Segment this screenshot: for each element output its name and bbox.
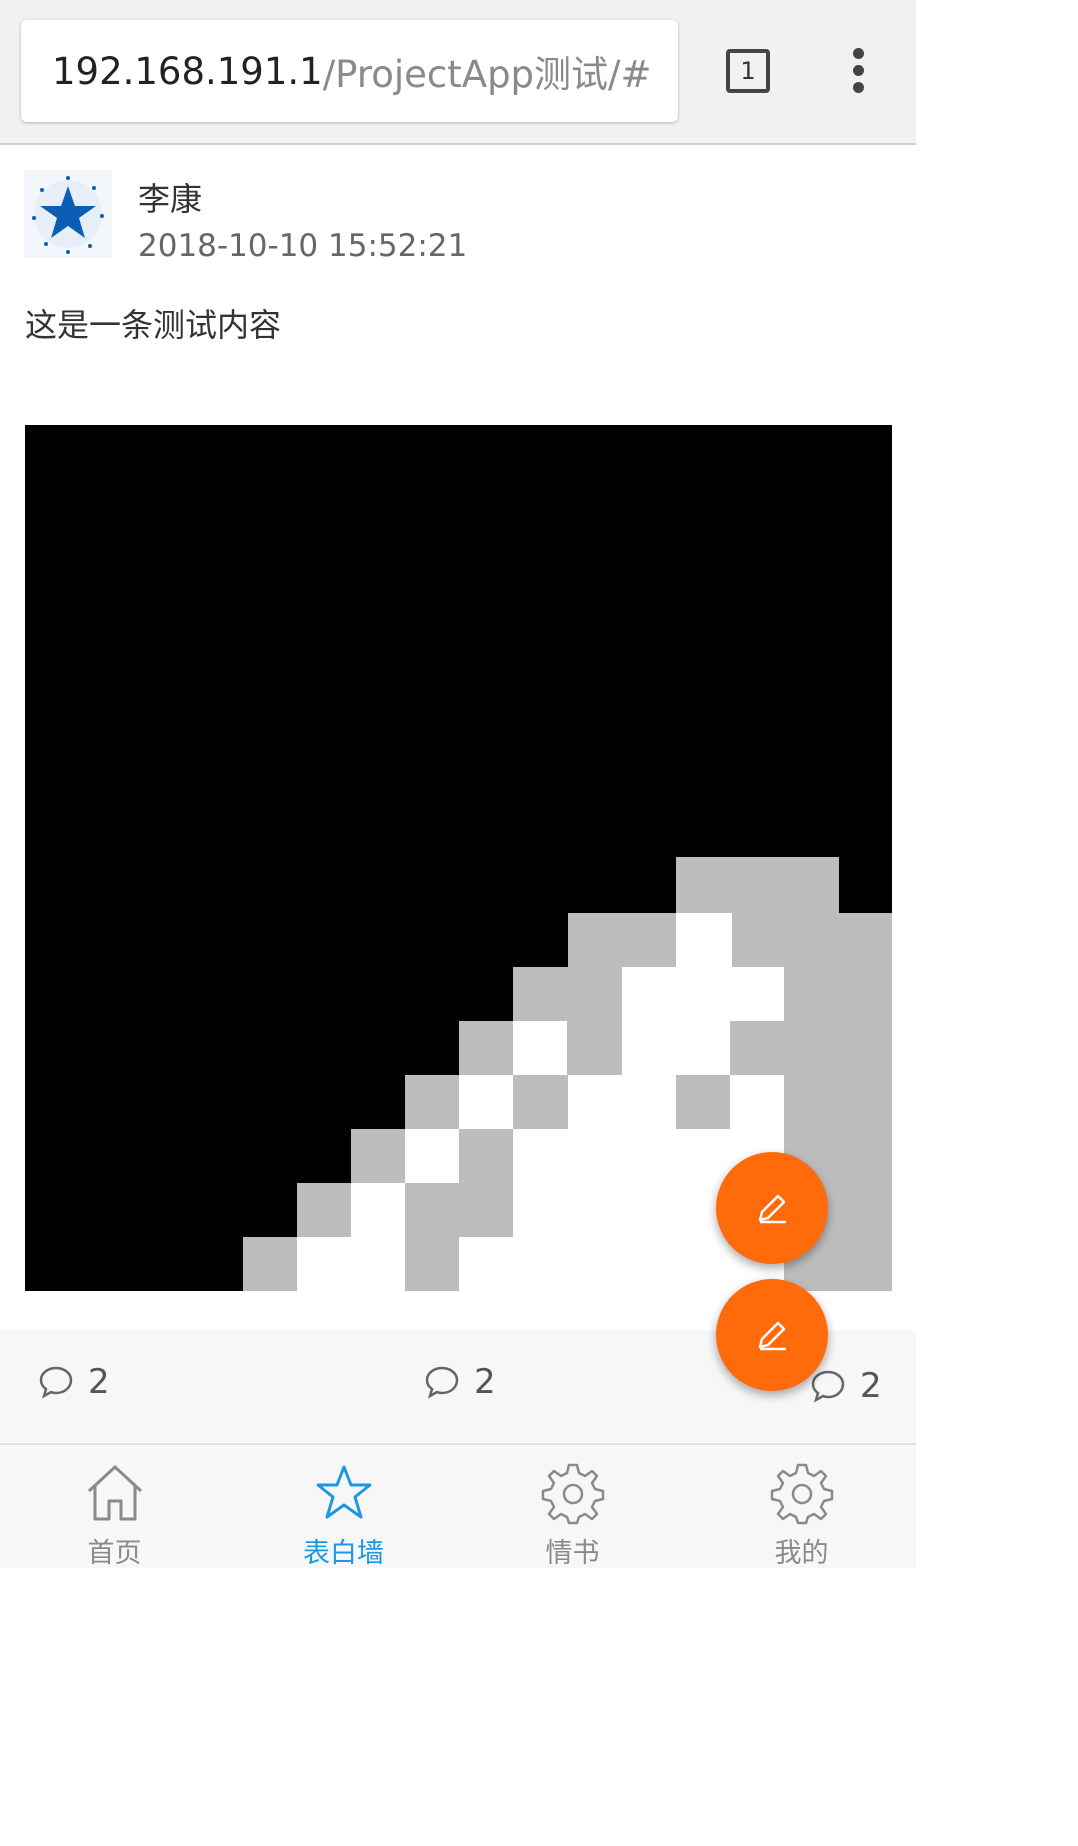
post-timestamp: 2018-10-10 15:52:21 <box>138 228 468 264</box>
address-bar[interactable]: 192.168.191.1/ProjectApp测试/# <box>21 20 678 122</box>
comment-icon <box>425 1366 459 1399</box>
tab-count: 1 <box>740 57 756 85</box>
edit-pencil-icon <box>758 1194 786 1224</box>
url-path: /ProjectApp测试/# <box>322 53 652 96</box>
comment-count: 2 <box>474 1362 496 1402</box>
edit-fab-button[interactable] <box>716 1279 828 1391</box>
browser-toolbar: 192.168.191.1/ProjectApp测试/# 1 <box>0 0 916 145</box>
comment-count: 2 <box>88 1362 110 1402</box>
edit-fab-button[interactable] <box>716 1152 828 1264</box>
comment-button[interactable]: 2 <box>810 1366 882 1406</box>
home-icon <box>87 1465 142 1521</box>
nav-item-confession-wall[interactable]: 表白墙 <box>229 1445 458 1570</box>
post-content: 这是一条测试内容 <box>25 306 282 344</box>
nav-item-love-letter[interactable]: 情书 <box>458 1445 687 1570</box>
comment-count: 2 <box>860 1366 882 1406</box>
nav-label: 首页 <box>87 1538 142 1569</box>
comment-button[interactable]: 2 <box>424 1362 496 1402</box>
url-host: 192.168.191.1 <box>52 49 323 93</box>
comment-icon <box>811 1370 845 1403</box>
nav-item-home[interactable]: 首页 <box>0 1445 229 1570</box>
gear-icon <box>541 1463 604 1525</box>
star-icon <box>316 1465 371 1519</box>
tab-switcher-button[interactable]: 1 <box>726 49 770 93</box>
comment-icon <box>39 1366 73 1399</box>
nav-item-mine[interactable]: 我的 <box>687 1445 916 1570</box>
star-avatar-icon[interactable] <box>24 170 112 258</box>
comment-button[interactable]: 2 <box>38 1362 110 1402</box>
author-name[interactable]: 李康 <box>138 174 202 220</box>
gear-icon <box>770 1463 833 1525</box>
nav-label: 表白墙 <box>303 1538 384 1569</box>
nav-label: 情书 <box>545 1538 600 1569</box>
edit-pencil-icon <box>758 1321 786 1351</box>
bottom-navigation: 首页 表白墙 情书 我的 <box>0 1443 916 1570</box>
more-vertical-icon[interactable] <box>848 48 868 96</box>
nav-label: 我的 <box>774 1538 829 1569</box>
